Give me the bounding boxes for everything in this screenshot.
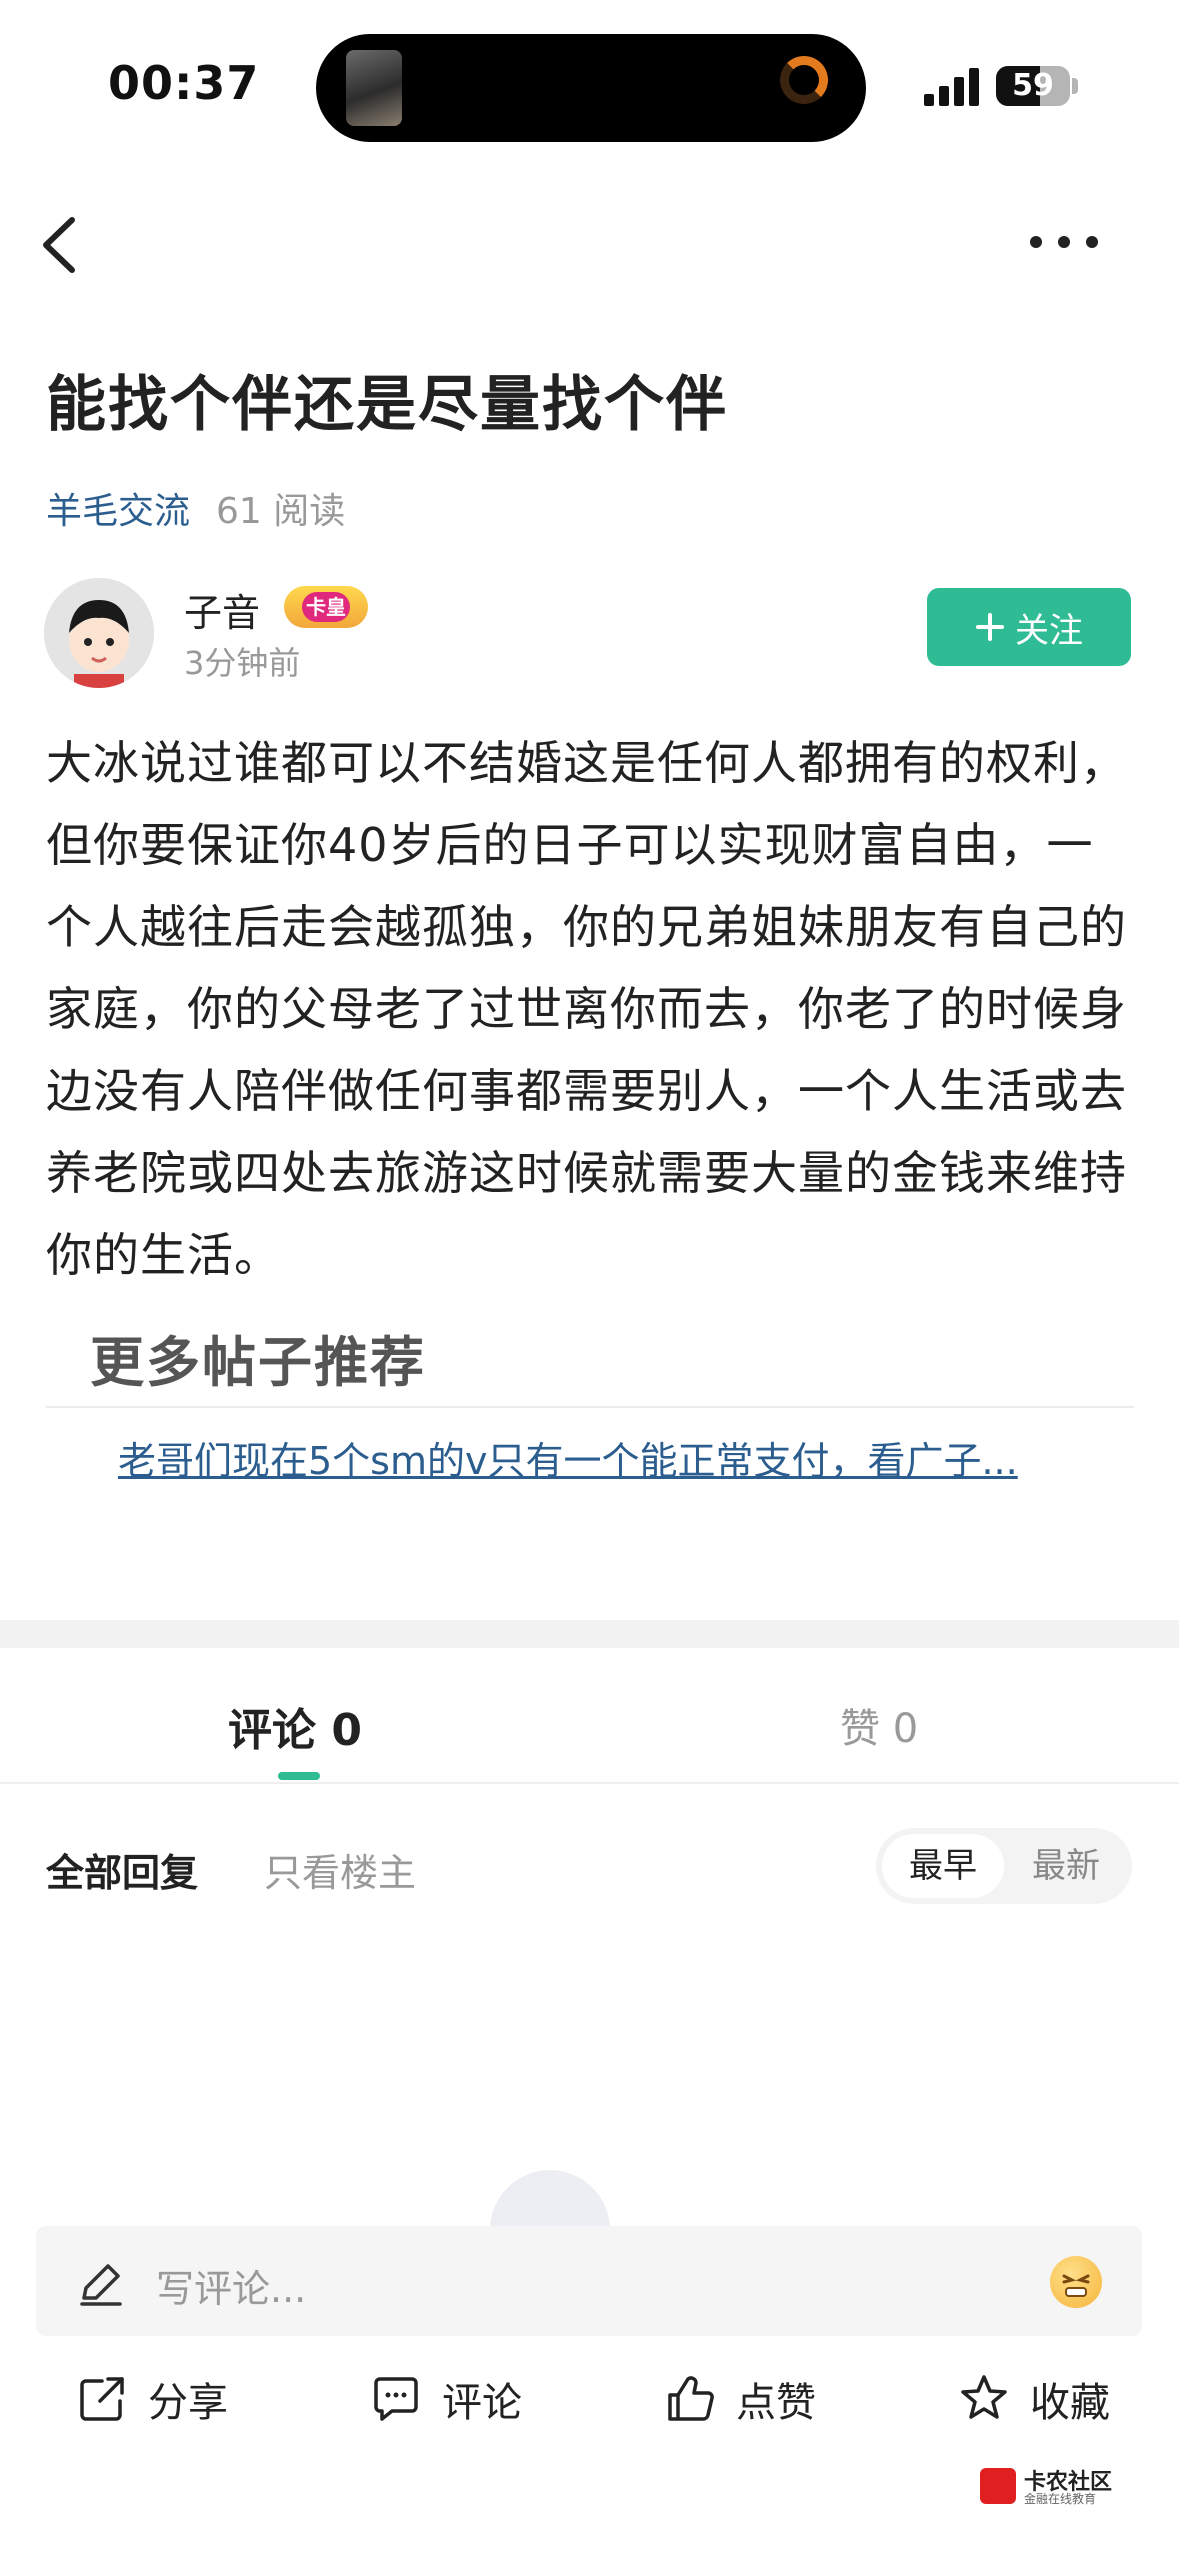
pen-icon — [80, 2264, 122, 2306]
filter-all-replies[interactable]: 全部回复 — [46, 1842, 198, 1897]
section-divider — [0, 1620, 1179, 1648]
activity-ring-icon — [780, 56, 828, 104]
watermark-sub: 金融在线教育 — [1024, 2492, 1097, 2506]
follow-label: 关注 — [1015, 610, 1083, 651]
star-icon — [961, 2375, 1007, 2419]
share-button[interactable]: 分享 — [74, 2366, 228, 2432]
vip-badge: 卡皇 — [284, 586, 368, 628]
post-body: 大冰说过谁都可以不结婚这是任何人都拥有的权利，但你要保证你40岁后的日子可以实现… — [46, 736, 1127, 1282]
like-label: 点赞 — [736, 2380, 816, 2426]
logo-mark-icon — [980, 2468, 1016, 2504]
share-icon — [80, 2377, 124, 2421]
read-count: 61 阅读 — [216, 491, 346, 532]
back-icon[interactable] — [34, 210, 94, 280]
like-button[interactable]: 点赞 — [662, 2366, 816, 2432]
sort-earliest[interactable]: 最早 — [882, 1834, 1004, 1898]
recommended-post-link[interactable]: 老哥们现在5个sm的v只有一个能正常支付，看广子... — [118, 1430, 1098, 1485]
battery-icon: 59 — [996, 66, 1070, 106]
divider — [0, 1782, 1179, 1784]
post-title: 能找个伴还是尽量找个伴 — [46, 370, 728, 440]
more-options-icon[interactable] — [1024, 222, 1104, 262]
emoji-face-icon — [1062, 2274, 1090, 2297]
post-meta: 羊毛交流 61 阅读 — [46, 482, 345, 534]
sort-toggle: 最早 最新 — [876, 1828, 1132, 1904]
thumbs-up-icon — [668, 2376, 714, 2421]
sort-newest[interactable]: 最新 — [1006, 1834, 1126, 1898]
avatar-image — [44, 578, 154, 688]
avatar[interactable] — [44, 578, 154, 688]
active-tab-indicator — [278, 1772, 320, 1780]
divider — [46, 1406, 1134, 1408]
emoji-icon[interactable] — [1050, 2256, 1102, 2308]
cellular-signal-icon — [924, 68, 979, 106]
author-name[interactable]: 子音 — [184, 582, 260, 637]
watermark-logo: 卡农社区 金融在线教育 — [980, 2464, 1120, 2508]
plus-icon — [976, 613, 1004, 641]
battery-level: 59 — [1012, 68, 1054, 103]
now-playing-thumbnail — [346, 50, 402, 126]
tab-comments[interactable]: 评论 0 — [228, 1694, 362, 1758]
favorite-button[interactable]: 收藏 — [956, 2366, 1110, 2432]
favorite-label: 收藏 — [1030, 2380, 1110, 2426]
follow-button[interactable]: 关注 — [927, 588, 1131, 666]
battery-nub — [1072, 78, 1078, 94]
filter-owner-only[interactable]: 只看楼主 — [264, 1842, 416, 1897]
share-label: 分享 — [148, 2380, 228, 2426]
tab-likes[interactable]: 赞 0 — [840, 1696, 918, 1754]
badge-label: 卡皇 — [302, 592, 350, 622]
category-link[interactable]: 羊毛交流 — [46, 491, 190, 532]
comment-button[interactable]: 评论 — [368, 2366, 522, 2432]
comment-icon — [374, 2377, 418, 2421]
loading-indicator — [490, 2170, 610, 2230]
post-time: 3分钟前 — [184, 644, 301, 682]
comment-placeholder[interactable]: 写评论... — [156, 2258, 306, 2313]
status-time: 00:37 — [108, 56, 260, 110]
comment-label: 评论 — [442, 2380, 522, 2426]
recommend-title: 更多帖子推荐 — [90, 1331, 426, 1394]
